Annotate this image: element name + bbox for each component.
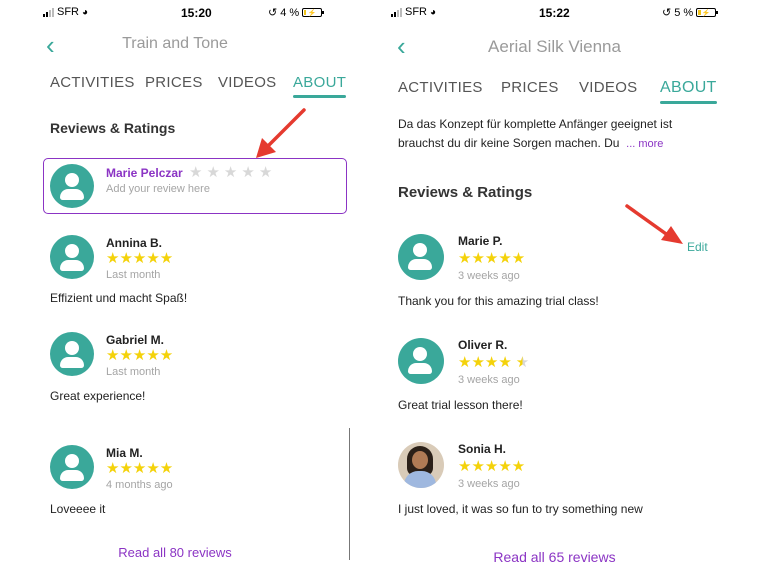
review-author: Oliver R. <box>458 338 508 352</box>
user-avatar-icon <box>398 234 444 280</box>
battery-percent: 5 % <box>674 6 694 19</box>
lock-rotation-icon: ↺ <box>268 7 278 19</box>
star-icon[interactable]: ★ <box>259 165 272 180</box>
user-avatar-icon <box>398 338 444 384</box>
user-avatar-icon <box>50 445 94 489</box>
review-date: 3 weeks ago <box>458 270 520 282</box>
review-date: Last month <box>106 366 161 378</box>
tab-videos[interactable]: VIDEOS <box>218 74 276 91</box>
review-date: 4 months ago <box>106 479 173 491</box>
review-author: Sonia H. <box>458 442 507 456</box>
user-photo-avatar <box>398 442 444 488</box>
tab-activities[interactable]: ACTIVITIES <box>50 74 135 91</box>
review-text: Great trial lesson there! <box>398 398 523 412</box>
edit-review-link[interactable]: Edit <box>687 240 708 254</box>
review-author: Gabriel M. <box>106 333 165 347</box>
carrier-name: SFR <box>405 6 427 18</box>
status-time: 15:20 <box>181 6 212 20</box>
header: ‹ Aerial Silk Vienna <box>351 32 758 62</box>
battery-status: ↺ 5 % ⚡ <box>662 6 719 19</box>
tab-videos[interactable]: VIDEOS <box>579 79 637 96</box>
carrier: SFR ◕ <box>43 6 88 18</box>
red-arrow-icon <box>625 204 683 244</box>
about-line: Da das Konzept für komplette Anfänger ge… <box>398 117 673 131</box>
review-author: Annina B. <box>106 236 162 250</box>
screen-divider <box>349 428 350 560</box>
lock-rotation-icon: ↺ <box>662 7 672 19</box>
my-review-name: Marie Pelczar <box>106 166 183 180</box>
review-text: Thank you for this amazing trial class! <box>398 294 599 308</box>
rating-stars-input[interactable]: ★ ★ ★ ★ ★ <box>189 165 272 180</box>
signal-icon <box>391 7 402 17</box>
red-arrow-icon <box>256 108 306 158</box>
battery-status: ↺ 4 % ⚡ <box>268 6 325 19</box>
header: ‹ Train and Tone <box>0 30 350 60</box>
review-stars: ★★★★★ <box>458 354 530 371</box>
review-text: Effizient und macht Spaß! <box>50 291 188 305</box>
left-screen: SFR ◕ 15:20 ↺ 4 % ⚡ ‹ Train and Tone ACT… <box>0 0 350 575</box>
about-line: brauchst du dir keine Sorgen machen. Du … <box>398 134 728 154</box>
about-line-text: brauchst du dir keine Sorgen machen. Du <box>398 136 620 150</box>
review-author: Mia M. <box>106 446 143 460</box>
half-star-icon: ★ <box>515 354 530 371</box>
user-avatar-icon <box>50 235 94 279</box>
review-stars: ★★★★★ <box>106 460 174 477</box>
review-stars: ★★★★★ <box>458 458 526 475</box>
review-date: 3 weeks ago <box>458 478 520 490</box>
review-stars: ★★★★★ <box>106 250 174 267</box>
tab-prices[interactable]: PRICES <box>501 79 559 96</box>
star-icon[interactable]: ★ <box>241 165 254 180</box>
page-title: Aerial Silk Vienna <box>488 37 621 56</box>
review-author: Marie P. <box>458 234 503 248</box>
right-screen: SFR ◕ 15:22 ↺ 5 % ⚡ ‹ Aerial Silk Vienna… <box>351 0 758 575</box>
battery-percent: 4 % <box>280 6 300 19</box>
review-text: Great experience! <box>50 389 146 403</box>
about-description: Da das Konzept für komplette Anfänger ge… <box>398 115 728 154</box>
tab-activities[interactable]: ACTIVITIES <box>398 79 483 96</box>
status-bar: SFR ◕ 15:22 ↺ 5 % ⚡ <box>351 6 758 22</box>
review-stars: ★★★★★ <box>106 347 174 364</box>
reviews-section-title: Reviews & Ratings <box>50 120 176 136</box>
review-date: Last month <box>106 269 161 281</box>
page-title: Train and Tone <box>122 35 228 52</box>
tab-about[interactable]: ABOUT <box>660 79 717 104</box>
tab-about[interactable]: ABOUT <box>293 74 347 98</box>
battery-icon: ⚡ <box>302 8 325 17</box>
read-all-reviews-link[interactable]: Read all 80 reviews <box>0 545 350 560</box>
user-avatar-icon <box>50 332 94 376</box>
status-bar: SFR ◕ 15:20 ↺ 4 % ⚡ <box>0 6 350 22</box>
tab-bar: ACTIVITIES PRICES VIDEOS ABOUT <box>0 74 350 98</box>
carrier: SFR ◕ <box>391 6 436 18</box>
signal-icon <box>43 7 54 17</box>
carrier-name: SFR <box>57 6 79 18</box>
tab-prices[interactable]: PRICES <box>145 74 203 91</box>
wifi-icon: ◕ <box>430 6 437 18</box>
add-review-placeholder[interactable]: Add your review here <box>106 183 210 195</box>
read-all-reviews-link[interactable]: Read all 65 reviews <box>351 549 758 565</box>
star-icon[interactable]: ★ <box>224 165 237 180</box>
reviews-section-title: Reviews & Ratings <box>398 184 533 201</box>
review-stars: ★★★★★ <box>458 250 526 267</box>
more-link[interactable]: ... more <box>626 138 663 150</box>
review-date: 3 weeks ago <box>458 374 520 386</box>
tab-bar: ACTIVITIES PRICES VIDEOS ABOUT <box>351 79 758 104</box>
user-avatar-icon <box>50 164 94 208</box>
battery-icon: ⚡ <box>696 8 719 17</box>
star-icon[interactable]: ★ <box>189 165 202 180</box>
star-icon[interactable]: ★ <box>206 165 219 180</box>
review-text: Loveeee it <box>50 502 106 516</box>
status-time: 15:22 <box>539 6 570 20</box>
wifi-icon: ◕ <box>82 6 89 18</box>
review-text: I just loved, it was so fun to try somet… <box>398 502 643 516</box>
